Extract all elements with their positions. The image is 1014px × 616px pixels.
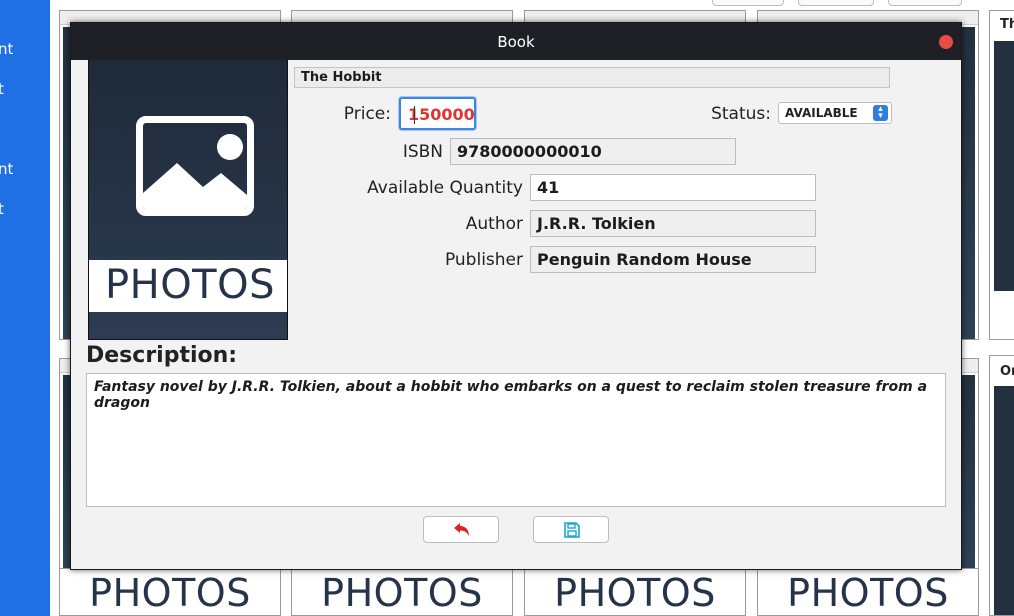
status-value: AVAILABLE	[785, 106, 858, 120]
photos-label: PHOTOS	[89, 571, 251, 615]
dialog-title: Book	[497, 33, 535, 51]
price-label: Price:	[343, 104, 391, 124]
back-button[interactable]	[423, 516, 499, 543]
photo-label: PHOTOS	[105, 262, 275, 308]
dialog-titlebar[interactable]: Book	[71, 23, 961, 60]
close-icon[interactable]	[939, 35, 953, 49]
nav-item[interactable]: nt	[0, 40, 13, 58]
book-card[interactable]: Or	[989, 355, 1014, 616]
card-title: Th	[1000, 17, 1014, 32]
card-title: Or	[1000, 364, 1014, 379]
toolbar-button[interactable]	[888, 0, 962, 6]
book-dialog: Book PHOTOS The Hobbit Price: 150000 Sta…	[70, 22, 962, 570]
isbn-field[interactable]: 9780000000010	[450, 138, 736, 165]
photos-label: PHOTOS	[554, 571, 716, 615]
nav-item[interactable]: t	[0, 80, 4, 98]
save-button[interactable]	[533, 516, 609, 543]
photos-label: PHOTOS	[787, 571, 949, 615]
mountain-shape	[143, 163, 247, 209]
quantity-label: Available Quantity	[367, 178, 523, 198]
description-heading: Description:	[86, 343, 238, 368]
book-name-field[interactable]: The Hobbit	[294, 67, 890, 88]
status-label: Status:	[711, 104, 771, 124]
price-value: 150000	[408, 105, 475, 124]
nav-item[interactable]: nt	[0, 160, 13, 178]
author-label: Author	[465, 214, 523, 234]
toolbar-button[interactable]	[798, 0, 874, 6]
left-navigation: nt t nt t	[0, 0, 50, 616]
chevron-updown-icon: ▴ ▾	[873, 105, 888, 121]
book-photo: PHOTOS	[88, 60, 288, 340]
card-image	[994, 386, 1014, 615]
author-field[interactable]: J.R.R. Tolkien	[530, 210, 816, 237]
isbn-label: ISBN	[402, 142, 443, 162]
card-photo-band: PHOTOS	[757, 568, 979, 616]
book-card[interactable]: Th	[989, 10, 1014, 340]
photos-label: PHOTOS	[321, 571, 483, 615]
image-placeholder-icon	[136, 116, 254, 216]
floppy-disk-icon	[564, 522, 580, 538]
price-input[interactable]: 150000	[399, 97, 476, 130]
quantity-field[interactable]: 41	[530, 174, 816, 201]
publisher-label: Publisher	[444, 250, 523, 270]
status-select[interactable]: AVAILABLE ▴ ▾	[778, 102, 892, 124]
toolbar-button[interactable]	[712, 0, 784, 6]
description-textarea[interactable]: Fantasy novel by J.R.R. Tolkien, about a…	[86, 373, 946, 507]
nav-item[interactable]: t	[0, 200, 4, 218]
publisher-field[interactable]: Penguin Random House	[530, 246, 816, 273]
card-image	[994, 41, 1014, 291]
card-photo-band: PHOTOS	[59, 568, 281, 616]
undo-arrow-icon	[454, 523, 469, 536]
card-photo-band: PHOTOS	[291, 568, 513, 616]
text-caret	[414, 106, 415, 124]
card-photo-band: PHOTOS	[524, 568, 746, 616]
